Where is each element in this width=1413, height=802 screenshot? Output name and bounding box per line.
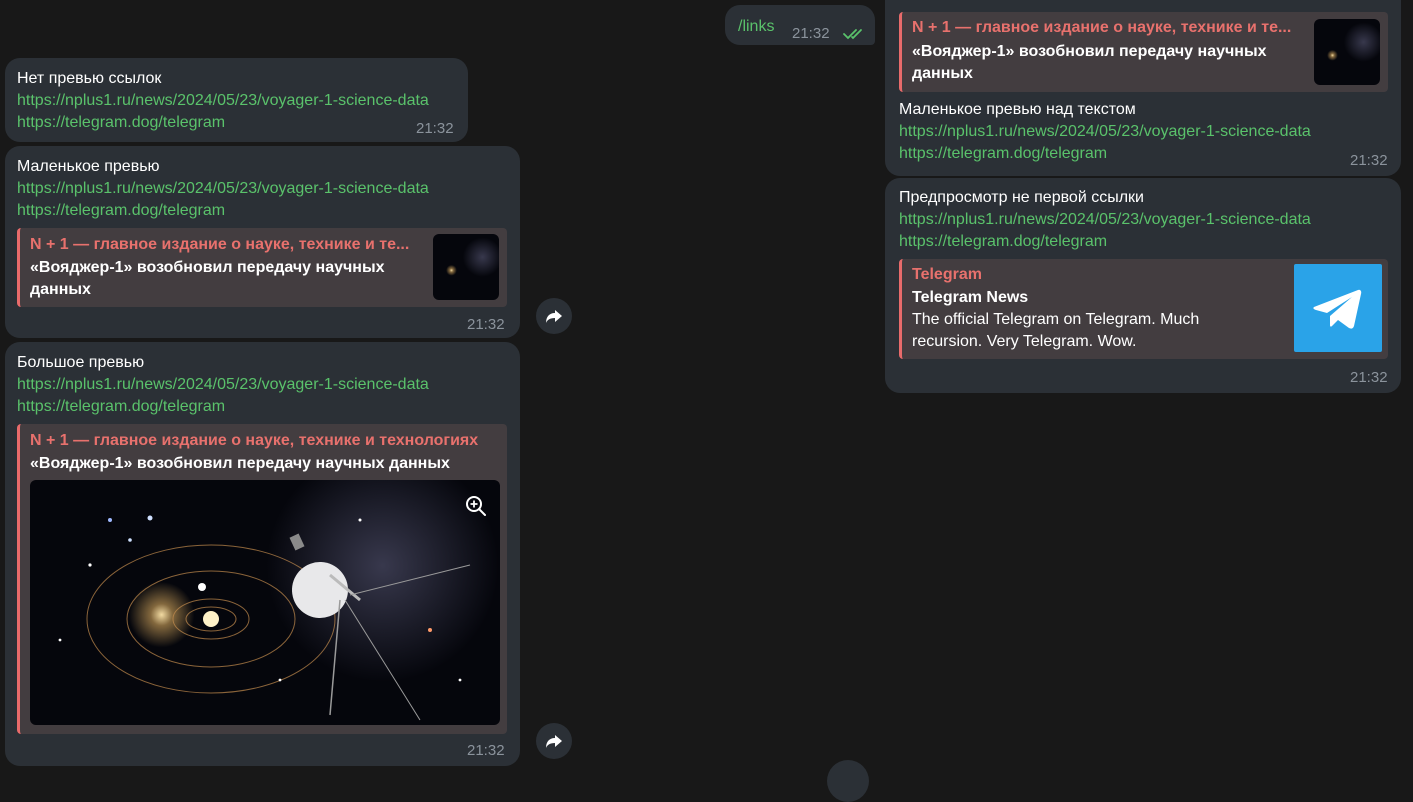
preview-title: «Вояджер-1» возобновил передачу научных …	[30, 455, 450, 472]
message-not-first-link-preview[interactable]: Предпросмотр не первой ссылки https://np…	[885, 178, 1401, 393]
message-text: Большое превью	[17, 354, 145, 371]
share-icon	[546, 310, 562, 323]
share-button[interactable]	[536, 298, 572, 334]
message-small-preview[interactable]: Маленькое превью https://nplus1.ru/news/…	[5, 146, 520, 338]
message-link[interactable]: https://nplus1.ru/news/2024/05/23/voyage…	[17, 374, 429, 396]
link-preview-card[interactable]: N + 1 — главное издание о науке, технике…	[17, 424, 507, 734]
message-link[interactable]: https://telegram.dog/telegram	[899, 143, 1107, 165]
message-text: Маленькое превью	[17, 158, 160, 175]
telegram-thumbnail[interactable]	[1294, 264, 1382, 352]
preview-title: «Вояджер-1» возобновил передачу научных …	[912, 43, 1267, 82]
message-link[interactable]: https://telegram.dog/telegram	[17, 112, 225, 134]
link-preview-card[interactable]: Telegram Telegram News The official Tele…	[899, 259, 1388, 359]
preview-title: «Вояджер-1» возобновил передачу научных …	[30, 259, 385, 298]
message-small-preview-above-text[interactable]: N + 1 — главное издание о науке, технике…	[885, 0, 1401, 176]
preview-site-name: Telegram	[912, 266, 982, 283]
preview-thumbnail[interactable]	[433, 234, 499, 300]
preview-site-name: N + 1 — главное издание о науке, технике…	[30, 236, 410, 253]
share-button[interactable]	[536, 723, 572, 759]
message-link[interactable]: https://nplus1.ru/news/2024/05/23/voyage…	[899, 121, 1311, 143]
preview-large-image[interactable]	[30, 480, 500, 725]
preview-title: Telegram News	[912, 289, 1029, 306]
links-command-text[interactable]: /links	[738, 16, 774, 38]
zoom-in-icon	[466, 496, 486, 516]
message-link[interactable]: https://nplus1.ru/news/2024/05/23/voyage…	[17, 178, 429, 200]
message-link[interactable]: https://telegram.dog/telegram	[17, 396, 225, 418]
preview-site-name: N + 1 — главное издание о науке, технике…	[30, 432, 479, 449]
message-link[interactable]: https://telegram.dog/telegram	[899, 231, 1107, 253]
message-no-preview[interactable]: Нет превью ссылок https://nplus1.ru/news…	[5, 58, 468, 142]
double-check-icon	[843, 29, 862, 40]
message-large-preview[interactable]: Большое превью https://nplus1.ru/news/20…	[5, 342, 520, 766]
link-preview-card[interactable]: N + 1 — главное издание о науке, технике…	[899, 12, 1388, 92]
message-time: 21:32	[1350, 152, 1388, 169]
share-icon	[546, 735, 562, 748]
telegram-logo-icon	[1313, 289, 1362, 329]
scroll-down-button[interactable]	[827, 760, 869, 802]
message-text: Предпросмотр не первой ссылки	[899, 189, 1144, 206]
message-text: Маленькое превью над текстом	[899, 101, 1136, 118]
links-command-bubble[interactable]: /links 21:32	[725, 5, 875, 45]
preview-thumbnail[interactable]	[1314, 19, 1380, 85]
solar-system-illustration	[58, 515, 471, 721]
message-time: 21:32	[1350, 369, 1388, 386]
message-time: 21:32	[467, 742, 505, 759]
message-link[interactable]: https://telegram.dog/telegram	[17, 200, 225, 222]
preview-description: The official Telegram on Telegram. Much …	[912, 311, 1200, 350]
message-time: 21:32	[467, 316, 505, 333]
zoom-button[interactable]	[460, 490, 492, 522]
preview-site-name: N + 1 — главное издание о науке, технике…	[912, 19, 1292, 36]
message-time: 21:32	[792, 25, 830, 42]
link-preview-card[interactable]: N + 1 — главное издание о науке, технике…	[17, 228, 507, 307]
message-time: 21:32	[416, 120, 454, 137]
message-link[interactable]: https://nplus1.ru/news/2024/05/23/voyage…	[17, 90, 429, 112]
message-text: Нет превью ссылок	[17, 70, 162, 87]
message-link[interactable]: https://nplus1.ru/news/2024/05/23/voyage…	[899, 209, 1311, 231]
